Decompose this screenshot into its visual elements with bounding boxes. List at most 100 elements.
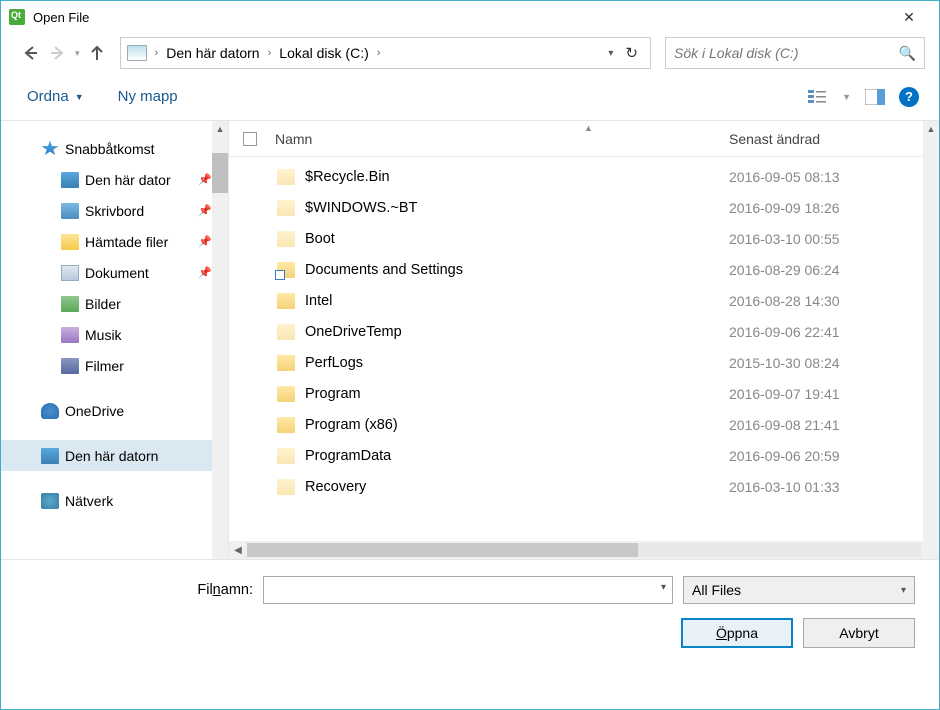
search-icon[interactable]: 🔍 [899, 45, 916, 62]
help-button[interactable]: ? [899, 87, 919, 107]
file-name: Program (x86) [305, 417, 729, 433]
filetype-filter[interactable]: All Files ▾ [683, 576, 915, 604]
file-row[interactable]: OneDriveTemp2016-09-06 22:41 [229, 316, 939, 347]
sidebar-item-thispc[interactable]: Den här datorn [1, 440, 228, 471]
file-date: 2016-09-06 20:59 [729, 448, 939, 464]
chevron-down-icon: ▾ [901, 585, 906, 596]
file-row[interactable]: $Recycle.Bin2016-09-05 08:13 [229, 161, 939, 192]
file-name: OneDriveTemp [305, 324, 729, 340]
folder-icon [277, 169, 295, 185]
file-row[interactable]: $WINDOWS.~BT2016-09-09 18:26 [229, 192, 939, 223]
folder-icon [277, 386, 295, 402]
column-name[interactable]: Namn [275, 131, 729, 147]
breadcrumb-sep[interactable]: › [262, 47, 278, 59]
preview-pane-icon [865, 89, 885, 105]
star-icon [41, 141, 59, 157]
sidebar-item-videos[interactable]: Filmer [1, 350, 228, 381]
chevron-down-icon[interactable]: ▾ [661, 582, 666, 593]
sidebar-item-music[interactable]: Musik [1, 319, 228, 350]
file-row[interactable]: ProgramData2016-09-06 20:59 [229, 440, 939, 471]
open-button[interactable]: Öppna [681, 618, 793, 648]
search-box[interactable]: 🔍 [665, 37, 925, 69]
filename-input[interactable]: ▾ [263, 576, 673, 604]
sidebar-item-documents[interactable]: Dokument📌 [1, 257, 228, 288]
body-split: Snabbåtkomst Den här dator📌 Skrivbord📌 H… [1, 121, 939, 559]
column-modified[interactable]: Senast ändrad [729, 131, 939, 147]
folder-icon [277, 479, 295, 495]
file-date: 2016-09-05 08:13 [729, 169, 939, 185]
file-row[interactable]: PerfLogs2015-10-30 08:24 [229, 347, 939, 378]
sidebar-item-pictures[interactable]: Bilder [1, 288, 228, 319]
search-input[interactable] [674, 45, 899, 61]
forward-button[interactable] [47, 42, 69, 64]
sidebar-item-network[interactable]: Nätverk [1, 485, 228, 516]
file-list[interactable]: $Recycle.Bin2016-09-05 08:13$WINDOWS.~BT… [229, 157, 939, 541]
file-row[interactable]: Recovery2016-03-10 01:33 [229, 471, 939, 502]
address-dropdown[interactable]: ▾ [602, 48, 619, 59]
folder-icon [277, 293, 295, 309]
file-name: PerfLogs [305, 355, 729, 371]
pin-icon: 📌 [198, 204, 212, 217]
sidebar-item-quickaccess[interactable]: Snabbåtkomst [1, 133, 228, 164]
view-dropdown[interactable]: ▼ [842, 92, 851, 102]
sidebar-item-desktop[interactable]: Skrivbord📌 [1, 195, 228, 226]
filename-label: Filnamn: [25, 582, 253, 598]
monitor-icon [61, 172, 79, 188]
file-row[interactable]: Boot2016-03-10 00:55 [229, 223, 939, 254]
breadcrumb-sep[interactable]: › [149, 47, 165, 59]
breadcrumb-drive[interactable]: Lokal disk (C:) [277, 43, 370, 63]
sidebar-item-onedrive[interactable]: OneDrive [1, 395, 228, 426]
document-icon [61, 265, 79, 281]
recent-dropdown[interactable]: ▾ [75, 48, 80, 59]
details-view-icon [808, 89, 828, 105]
file-name: Intel [305, 293, 729, 309]
file-date: 2016-08-28 14:30 [729, 293, 939, 309]
breadcrumb-sep[interactable]: › [371, 47, 387, 59]
window-title: Open File [33, 10, 89, 25]
horizontal-scrollbar[interactable]: ◀ ▶ [229, 541, 939, 559]
file-name: ProgramData [305, 448, 729, 464]
folder-icon [277, 417, 295, 433]
scroll-up-icon[interactable]: ▲ [923, 121, 939, 137]
select-all-checkbox[interactable] [243, 132, 257, 146]
toolbar: Ordna ▼ Ny mapp ▼ ? [1, 73, 939, 121]
file-date: 2016-09-09 18:26 [729, 200, 939, 216]
close-button[interactable]: ✕ [887, 2, 931, 32]
scroll-thumb[interactable] [212, 153, 228, 193]
file-vertical-scrollbar[interactable]: ▲ [923, 121, 939, 559]
file-row[interactable]: Intel2016-08-28 14:30 [229, 285, 939, 316]
hscroll-thumb[interactable] [247, 543, 638, 557]
scroll-up-icon[interactable]: ▲ [212, 121, 228, 137]
file-date: 2016-03-10 00:55 [729, 231, 939, 247]
breadcrumb-thispc[interactable]: Den här datorn [164, 43, 261, 63]
file-row[interactable]: Program (x86)2016-09-08 21:41 [229, 409, 939, 440]
arrow-right-icon [49, 44, 67, 62]
new-folder-button[interactable]: Ny mapp [118, 88, 178, 105]
file-pane: Namn ▲ Senast ändrad $Recycle.Bin2016-09… [229, 121, 939, 559]
file-name: $WINDOWS.~BT [305, 200, 729, 216]
back-button[interactable] [19, 42, 41, 64]
bottom-panel: Filnamn: ▾ All Files ▾ Öppna Avbryt [1, 559, 939, 664]
pin-icon: 📌 [198, 173, 212, 186]
file-name: Recovery [305, 479, 729, 495]
film-icon [61, 358, 79, 374]
file-name: $Recycle.Bin [305, 169, 729, 185]
desktop-icon [61, 203, 79, 219]
up-button[interactable] [86, 42, 108, 64]
cancel-button[interactable]: Avbryt [803, 618, 915, 648]
refresh-button[interactable]: ↻ [619, 44, 644, 62]
file-row[interactable]: Documents and Settings2016-08-29 06:24 [229, 254, 939, 285]
sidebar-item-thispc-quick[interactable]: Den här dator📌 [1, 164, 228, 195]
preview-pane-button[interactable] [865, 88, 885, 106]
file-date: 2016-03-10 01:33 [729, 479, 939, 495]
column-header: Namn ▲ Senast ändrad [229, 121, 939, 157]
address-bar[interactable]: › Den här datorn › Lokal disk (C:) › ▾ ↻ [120, 37, 651, 69]
file-name: Documents and Settings [305, 262, 729, 278]
scroll-left-icon[interactable]: ◀ [229, 545, 247, 556]
sidebar-scrollbar[interactable]: ▲ [212, 121, 228, 559]
file-row[interactable]: Program2016-09-07 19:41 [229, 378, 939, 409]
view-mode-button[interactable] [808, 88, 828, 106]
pictures-icon [61, 296, 79, 312]
organize-menu[interactable]: Ordna ▼ [27, 88, 84, 105]
sidebar-item-downloads[interactable]: Hämtade filer📌 [1, 226, 228, 257]
